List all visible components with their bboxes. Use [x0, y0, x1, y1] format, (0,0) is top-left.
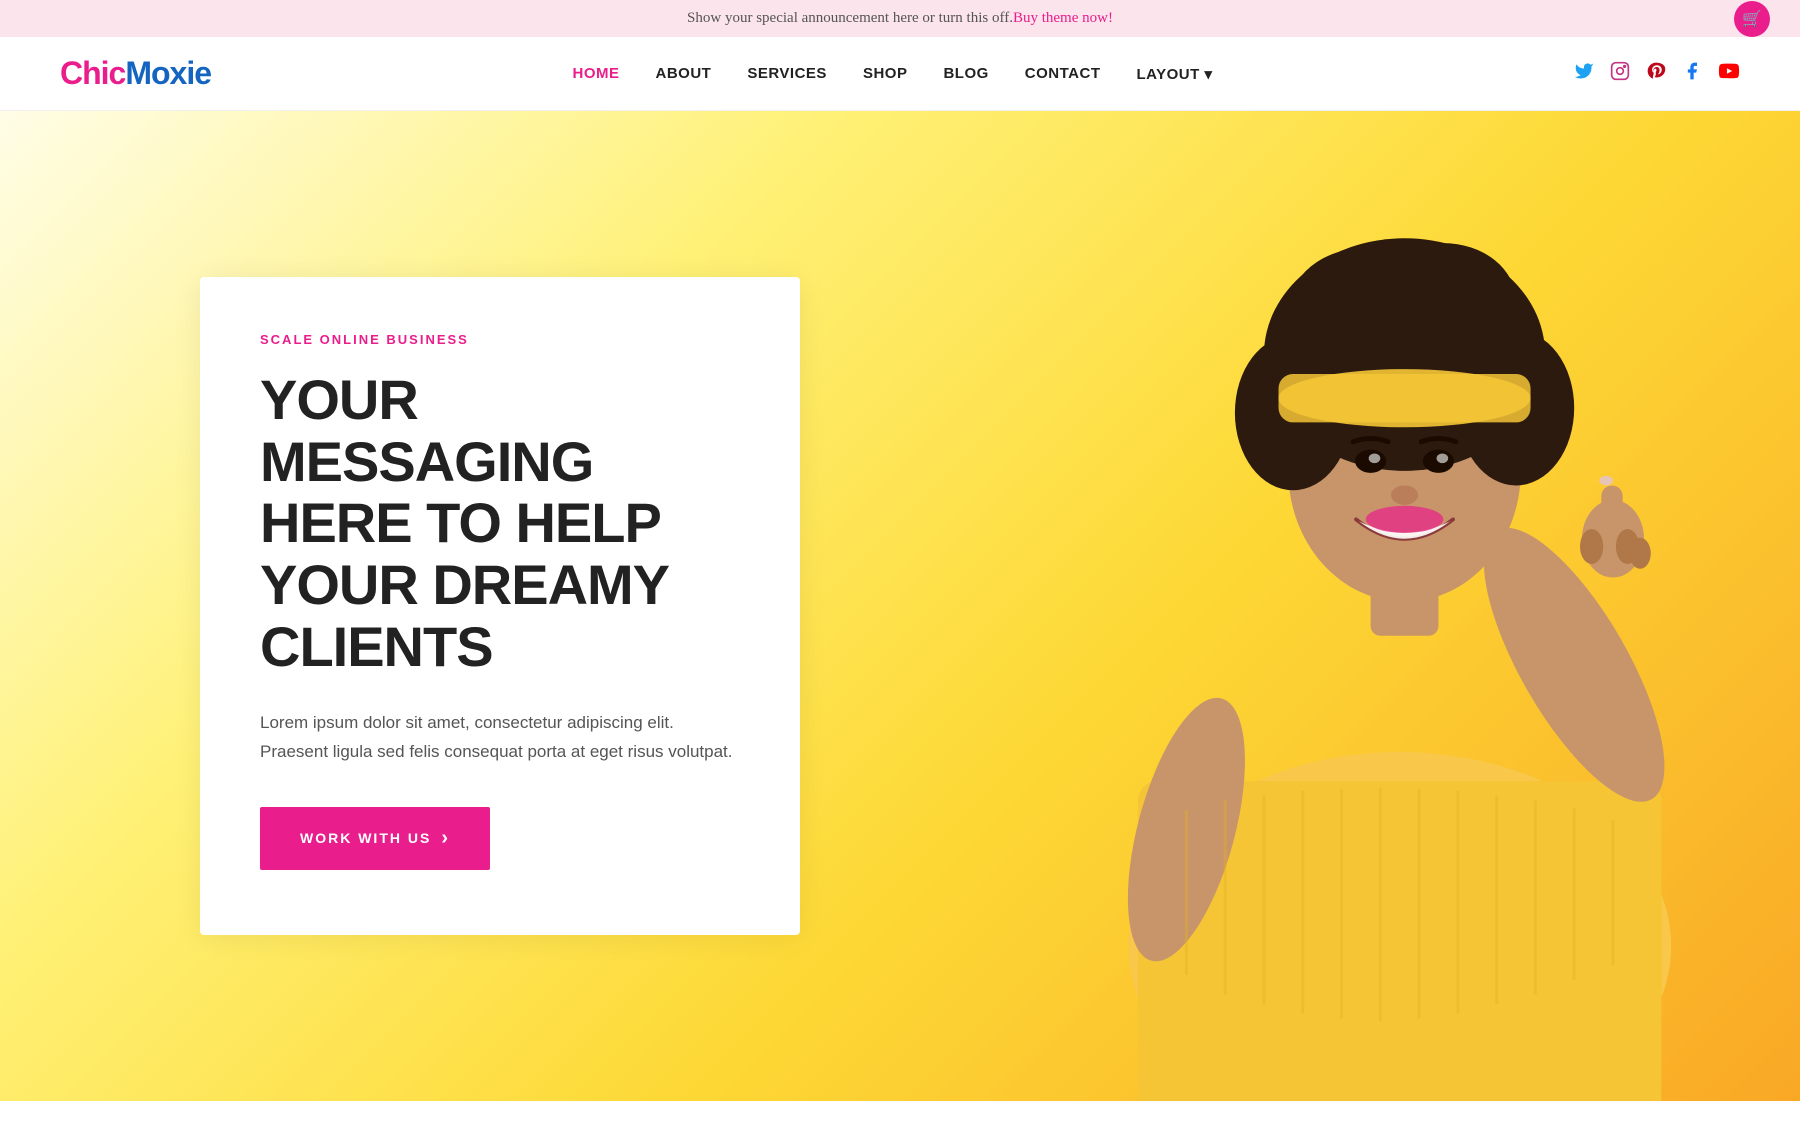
hero-body: Lorem ipsum dolor sit amet, consectetur …: [260, 709, 740, 767]
social-icons: [1574, 60, 1740, 87]
announcement-bar: Show your special announcement here or t…: [0, 0, 1800, 37]
twitter-icon[interactable]: [1574, 61, 1594, 86]
nav-home[interactable]: HOME: [573, 65, 620, 82]
facebook-icon[interactable]: [1682, 61, 1702, 86]
nav-shop[interactable]: SHOP: [863, 65, 908, 82]
hero-card: SCALE ONLINE BUSINESS YOUR MESSAGING HER…: [200, 277, 800, 935]
youtube-icon[interactable]: [1718, 60, 1740, 87]
hero-person-illustration: [980, 151, 1800, 1101]
nav-layout[interactable]: LAYOUT ▾: [1137, 65, 1213, 83]
logo-chic: Chic: [60, 55, 125, 91]
site-header: ChicMoxie HOME ABOUT SERVICES SHOP BLOG …: [0, 37, 1800, 111]
site-logo[interactable]: ChicMoxie: [60, 55, 211, 92]
hero-subtitle: SCALE ONLINE BUSINESS: [260, 332, 740, 347]
cart-icon[interactable]: 🛒: [1734, 1, 1770, 37]
nav-about[interactable]: ABOUT: [656, 65, 712, 82]
nav-services[interactable]: SERVICES: [747, 65, 827, 82]
pinterest-icon[interactable]: [1646, 61, 1666, 86]
main-nav: HOME ABOUT SERVICES SHOP BLOG CONTACT LA…: [573, 65, 1213, 83]
cart-icon-glyph: 🛒: [1742, 9, 1762, 29]
nav-blog[interactable]: BLOG: [943, 65, 988, 82]
announcement-text: Show your special announcement here or t…: [687, 10, 1013, 27]
hero-section: SCALE ONLINE BUSINESS YOUR MESSAGING HER…: [0, 111, 1800, 1101]
hero-image-area: [900, 111, 1800, 1101]
hero-title: YOUR MESSAGING HERE TO HELP YOUR DREAMY …: [260, 369, 740, 677]
cta-arrow-icon: ›: [441, 827, 450, 850]
buy-theme-link[interactable]: Buy theme now!: [1013, 10, 1113, 27]
instagram-icon[interactable]: [1610, 61, 1630, 86]
cta-label: WORK WITH US: [300, 830, 431, 846]
logo-moxie: Moxie: [125, 55, 211, 91]
work-with-us-button[interactable]: WORK WITH US ›: [260, 807, 490, 870]
nav-contact[interactable]: CONTACT: [1025, 65, 1101, 82]
